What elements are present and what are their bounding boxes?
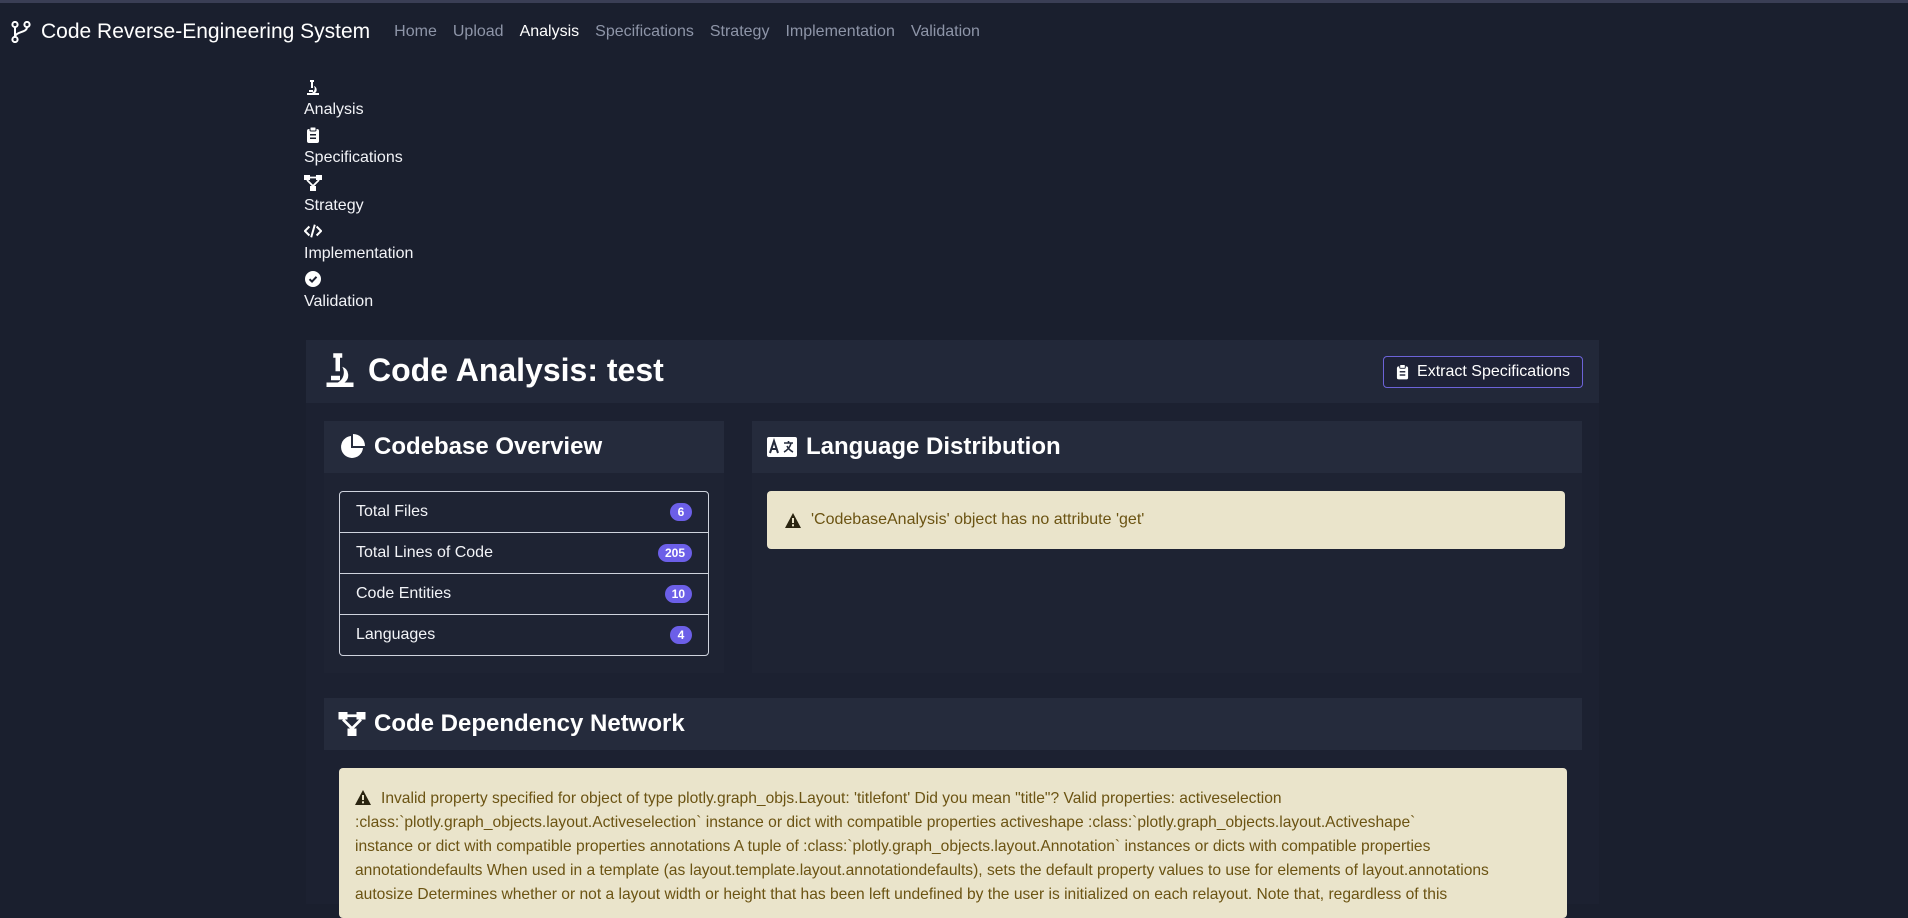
nav-specifications[interactable]: Specifications (595, 23, 694, 41)
extract-specifications-button[interactable]: Extract Specifications (1383, 356, 1583, 388)
count-badge: 205 (657, 544, 692, 562)
brand[interactable]: Code Reverse-Engineering System (11, 20, 370, 44)
language-error-text: 'CodebaseAnalysis' object has no attribu… (811, 511, 1145, 528)
step-label: Strategy (304, 197, 364, 214)
error-line: autosize Determines whether or not a lay… (355, 886, 1448, 903)
list-item: Languages 4 (340, 615, 708, 655)
nav-implementation[interactable]: Implementation (785, 23, 894, 41)
check-circle-icon (304, 270, 322, 288)
clipboard-icon (1396, 364, 1409, 380)
microscope-icon (322, 351, 358, 387)
error-line: Invalid property specified for object of… (355, 787, 1551, 811)
error-text: Invalid property specified for object of… (381, 790, 1282, 807)
overview-card-header: Codebase Overview (324, 421, 724, 473)
dependency-title: Code Dependency Network (374, 710, 685, 737)
step-label: Analysis (304, 101, 364, 118)
list-item: Total Files 6 (340, 492, 708, 533)
count-badge: 4 (670, 626, 692, 644)
nav-validation[interactable]: Validation (911, 23, 980, 41)
language-title: Language Distribution (806, 433, 1061, 460)
page-title: Code Analysis: test (368, 352, 664, 388)
error-line: instance or dict with compatible propert… (355, 838, 1431, 855)
count-badge: 10 (664, 585, 692, 603)
list-item: Code Entities 10 (340, 574, 708, 615)
list-item: Total Lines of Code 205 (340, 533, 708, 574)
clipboard-icon (304, 126, 322, 144)
step-label: Implementation (304, 245, 414, 262)
page-header: Code Analysis: test Extract Specificatio… (306, 340, 1599, 403)
navbar: Code Reverse-Engineering System Home Upl… (0, 3, 1908, 61)
dependency-error-alert: Invalid property specified for object of… (339, 768, 1567, 918)
nav-home[interactable]: Home (394, 23, 437, 41)
error-line: :class:`plotly.graph_objects.layout.Acti… (355, 814, 1416, 831)
language-icon (766, 433, 798, 461)
list-item-label: Total Lines of Code (356, 544, 493, 561)
extract-button-label: Extract Specifications (1417, 363, 1570, 380)
overview-title: Codebase Overview (374, 433, 603, 460)
nav-strategy[interactable]: Strategy (710, 23, 770, 41)
language-error-alert: 'CodebaseAnalysis' object has no attribu… (767, 491, 1565, 549)
warning-icon (785, 512, 801, 528)
code-icon (304, 222, 322, 240)
language-card-header: Language Distribution (752, 421, 1582, 473)
brand-title: Code Reverse-Engineering System (41, 20, 371, 43)
step-label: Validation (304, 293, 374, 310)
list-item-label: Code Entities (356, 585, 452, 602)
count-badge: 6 (670, 503, 692, 521)
nav-analysis[interactable]: Analysis (520, 23, 580, 41)
overview-list: Total Files 6 Total Lines of Code 205 Co… (339, 491, 709, 656)
step-label: Specifications (304, 149, 403, 166)
nav-upload[interactable]: Upload (453, 23, 504, 41)
dependency-card-header: Code Dependency Network (324, 698, 1582, 750)
microscope-icon (304, 78, 322, 96)
code-branch-icon (11, 21, 31, 43)
nav-links: Home Upload Analysis Specifications Stra… (394, 23, 996, 41)
sitemap-icon (338, 710, 366, 738)
list-item-label: Languages (356, 626, 436, 643)
sitemap-icon (304, 174, 322, 192)
error-line: annotationdefaults When used in a templa… (355, 862, 1489, 879)
chart-pie-icon (338, 433, 366, 461)
warning-icon (355, 790, 371, 805)
list-item-label: Total Files (356, 503, 429, 520)
